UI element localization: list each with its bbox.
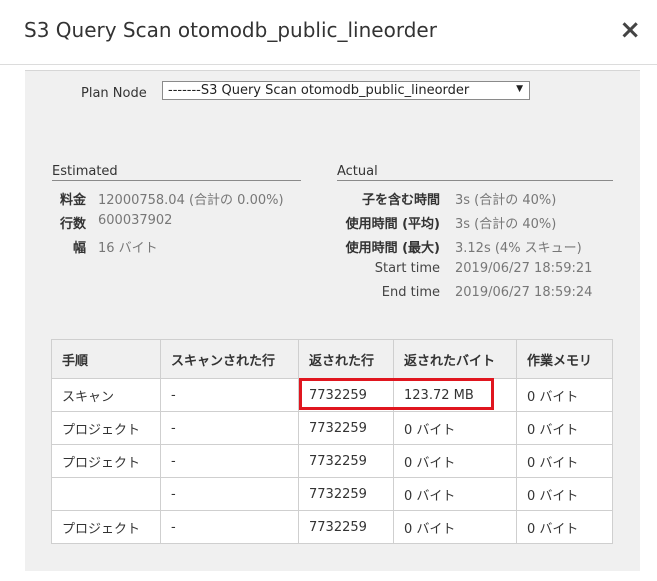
table-cell: - — [160, 378, 299, 412]
close-icon[interactable]: × — [619, 17, 641, 43]
plan-node-selected-value: -------S3 Query Scan otomodb_public_line… — [168, 83, 470, 98]
actual-key: End time — [381, 285, 440, 300]
estimated-value: 12000758.04 (合計の 0.00%) — [98, 193, 284, 208]
table-cell: - — [160, 510, 299, 544]
table-cell: 0 バイト — [516, 510, 613, 544]
table-cell: 0 バイト — [393, 510, 517, 544]
table-header-row: 手順 スキャンされた行 返された行 返されたバイト 作業メモリ — [51, 339, 613, 379]
estimated-value: 16 バイト — [98, 241, 158, 256]
table-cell: 7732259 — [298, 411, 394, 445]
table-cell: 0 バイト — [516, 411, 613, 445]
table-cell: 0 バイト — [516, 378, 613, 412]
table-cell: 7732259 — [298, 510, 394, 544]
estimated-key: 幅 — [72, 241, 86, 256]
table-cell: 7732259 — [298, 477, 394, 511]
actual-value: 3s (合計の 40%) — [455, 193, 557, 208]
actual-key: Start time — [374, 261, 440, 276]
table-cell: 7732259 — [298, 378, 394, 412]
table-cell — [51, 477, 161, 511]
actual-value: 3.12s (4% スキュー) — [455, 241, 582, 256]
table-row: プロジェクト - 7732259 0 バイト 0 バイト — [51, 444, 613, 478]
actual-value: 2019/06/27 18:59:21 — [455, 261, 593, 276]
table-cell: プロジェクト — [51, 510, 161, 544]
table-cell: 0 バイト — [393, 477, 517, 511]
table-cell: 0 バイト — [516, 444, 613, 478]
plan-node-label: Plan Node — [81, 86, 147, 101]
column-header: スキャンされた行 — [160, 339, 299, 379]
table-row: スキャン - 7732259 123.72 MB 0 バイト — [51, 378, 613, 412]
table-cell: プロジェクト — [51, 444, 161, 478]
estimated-key: 行数 — [59, 217, 86, 232]
table-cell: 0 バイト — [393, 444, 517, 478]
steps-table: 手順 スキャンされた行 返された行 返されたバイト 作業メモリ スキャン - 7… — [51, 339, 613, 544]
column-header: 作業メモリ — [516, 339, 613, 379]
table-cell: 7732259 — [298, 444, 394, 478]
table-cell: 0 バイト — [516, 477, 613, 511]
table-cell: - — [160, 411, 299, 445]
table-row: プロジェクト - 7732259 0 バイト 0 バイト — [51, 510, 613, 544]
column-header: 返されたバイト — [393, 339, 517, 379]
table-cell: プロジェクト — [51, 411, 161, 445]
estimated-section-title: Estimated — [52, 164, 301, 181]
actual-value: 3s (合計の 40%) — [455, 217, 557, 232]
table-cell: 123.72 MB — [393, 378, 517, 412]
table-cell: - — [160, 444, 299, 478]
table-cell: スキャン — [51, 378, 161, 412]
dialog-titlebar: S3 Query Scan otomodb_public_lineorder × — [0, 0, 657, 65]
actual-key: 使用時間 (平均) — [345, 217, 440, 232]
chevron-down-icon: ▼ — [516, 84, 523, 94]
estimated-key: 料金 — [59, 193, 86, 208]
table-cell: - — [160, 477, 299, 511]
table-cell: 0 バイト — [393, 411, 517, 445]
actual-section-title: Actual — [337, 164, 613, 181]
table-row: - 7732259 0 バイト 0 バイト — [51, 477, 613, 511]
plan-node-select[interactable]: -------S3 Query Scan otomodb_public_line… — [162, 81, 530, 100]
column-header: 返された行 — [298, 339, 394, 379]
actual-key: 子を含む時間 — [361, 193, 440, 208]
actual-value: 2019/06/27 18:59:24 — [455, 285, 593, 300]
dialog-title: S3 Query Scan otomodb_public_lineorder — [24, 18, 437, 42]
table-row: プロジェクト - 7732259 0 バイト 0 バイト — [51, 411, 613, 445]
estimated-value: 600037902 — [98, 213, 173, 228]
column-header: 手順 — [51, 339, 161, 379]
actual-key: 使用時間 (最大) — [345, 241, 440, 256]
